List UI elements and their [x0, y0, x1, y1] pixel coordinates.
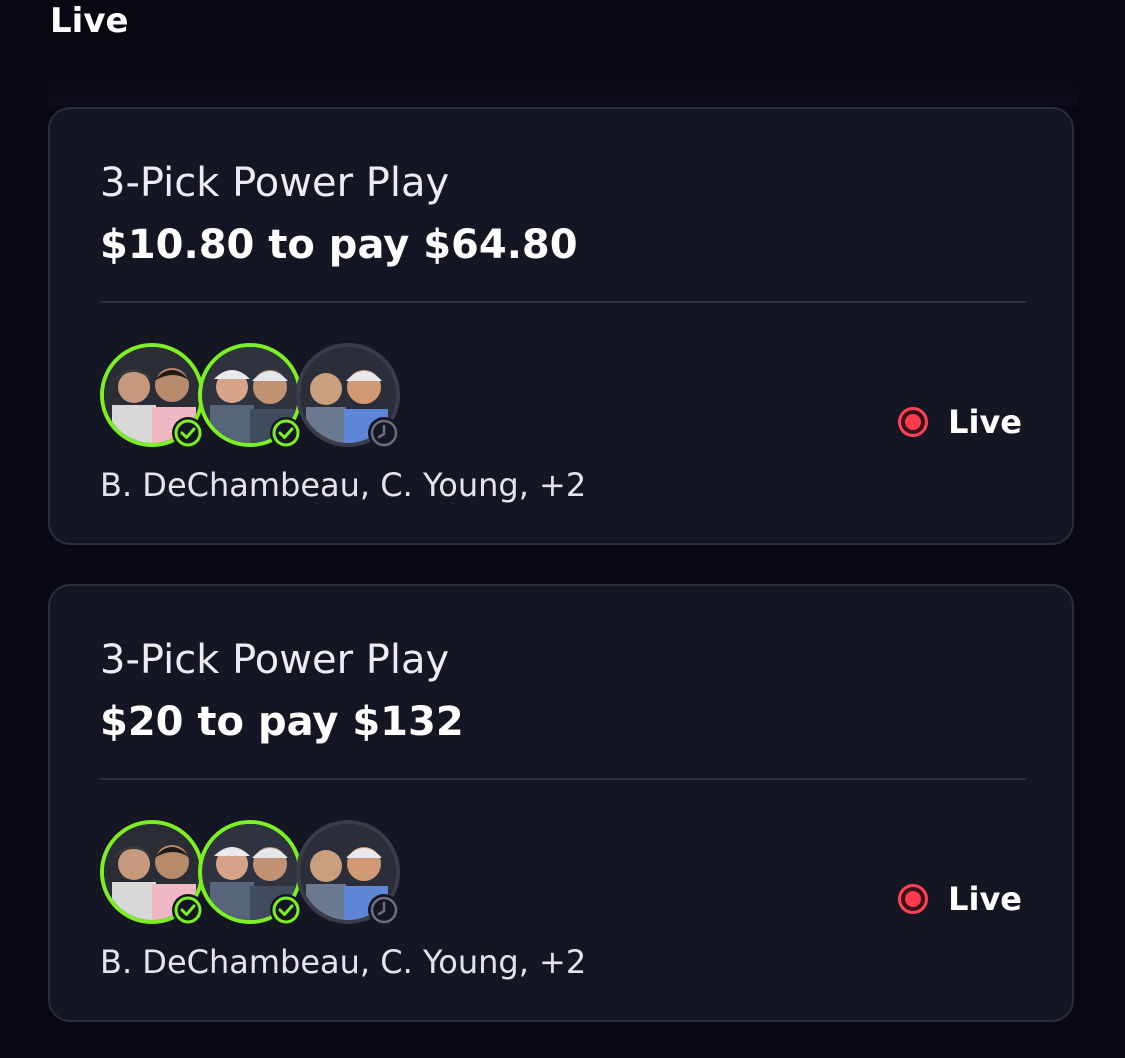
divider [100, 778, 1026, 780]
live-dot-icon [898, 884, 929, 914]
clock-icon [368, 417, 400, 449]
entry-amount: $10.80 to pay $64.80 [100, 222, 578, 268]
live-dot-icon [898, 407, 929, 437]
section-band [48, 76, 1078, 106]
check-circle-icon [172, 417, 204, 449]
status-label: Live [948, 880, 1022, 918]
entry-amount: $20 to pay $132 [100, 699, 464, 745]
section-title: Live [50, 1, 129, 41]
divider [100, 301, 1026, 303]
players-summary: B. DeChambeau, C. Young, +2 [100, 466, 587, 504]
check-circle-icon [270, 417, 302, 449]
status-badge: Live [898, 880, 1022, 918]
pick-avatars [100, 343, 410, 453]
pick-avatars [100, 820, 410, 930]
status-label: Live [948, 403, 1022, 441]
check-circle-icon [270, 894, 302, 926]
entry-type: 3-Pick Power Play [100, 637, 450, 683]
entry-type: 3-Pick Power Play [100, 160, 450, 206]
players-summary: B. DeChambeau, C. Young, +2 [100, 943, 587, 981]
check-circle-icon [172, 894, 204, 926]
clock-icon [368, 894, 400, 926]
status-badge: Live [898, 403, 1022, 441]
entry-card[interactable]: 3-Pick Power Play $20 to pay $132 B. DeC… [48, 584, 1074, 1022]
entry-card[interactable]: 3-Pick Power Play $10.80 to pay $64.80 B… [48, 107, 1074, 545]
